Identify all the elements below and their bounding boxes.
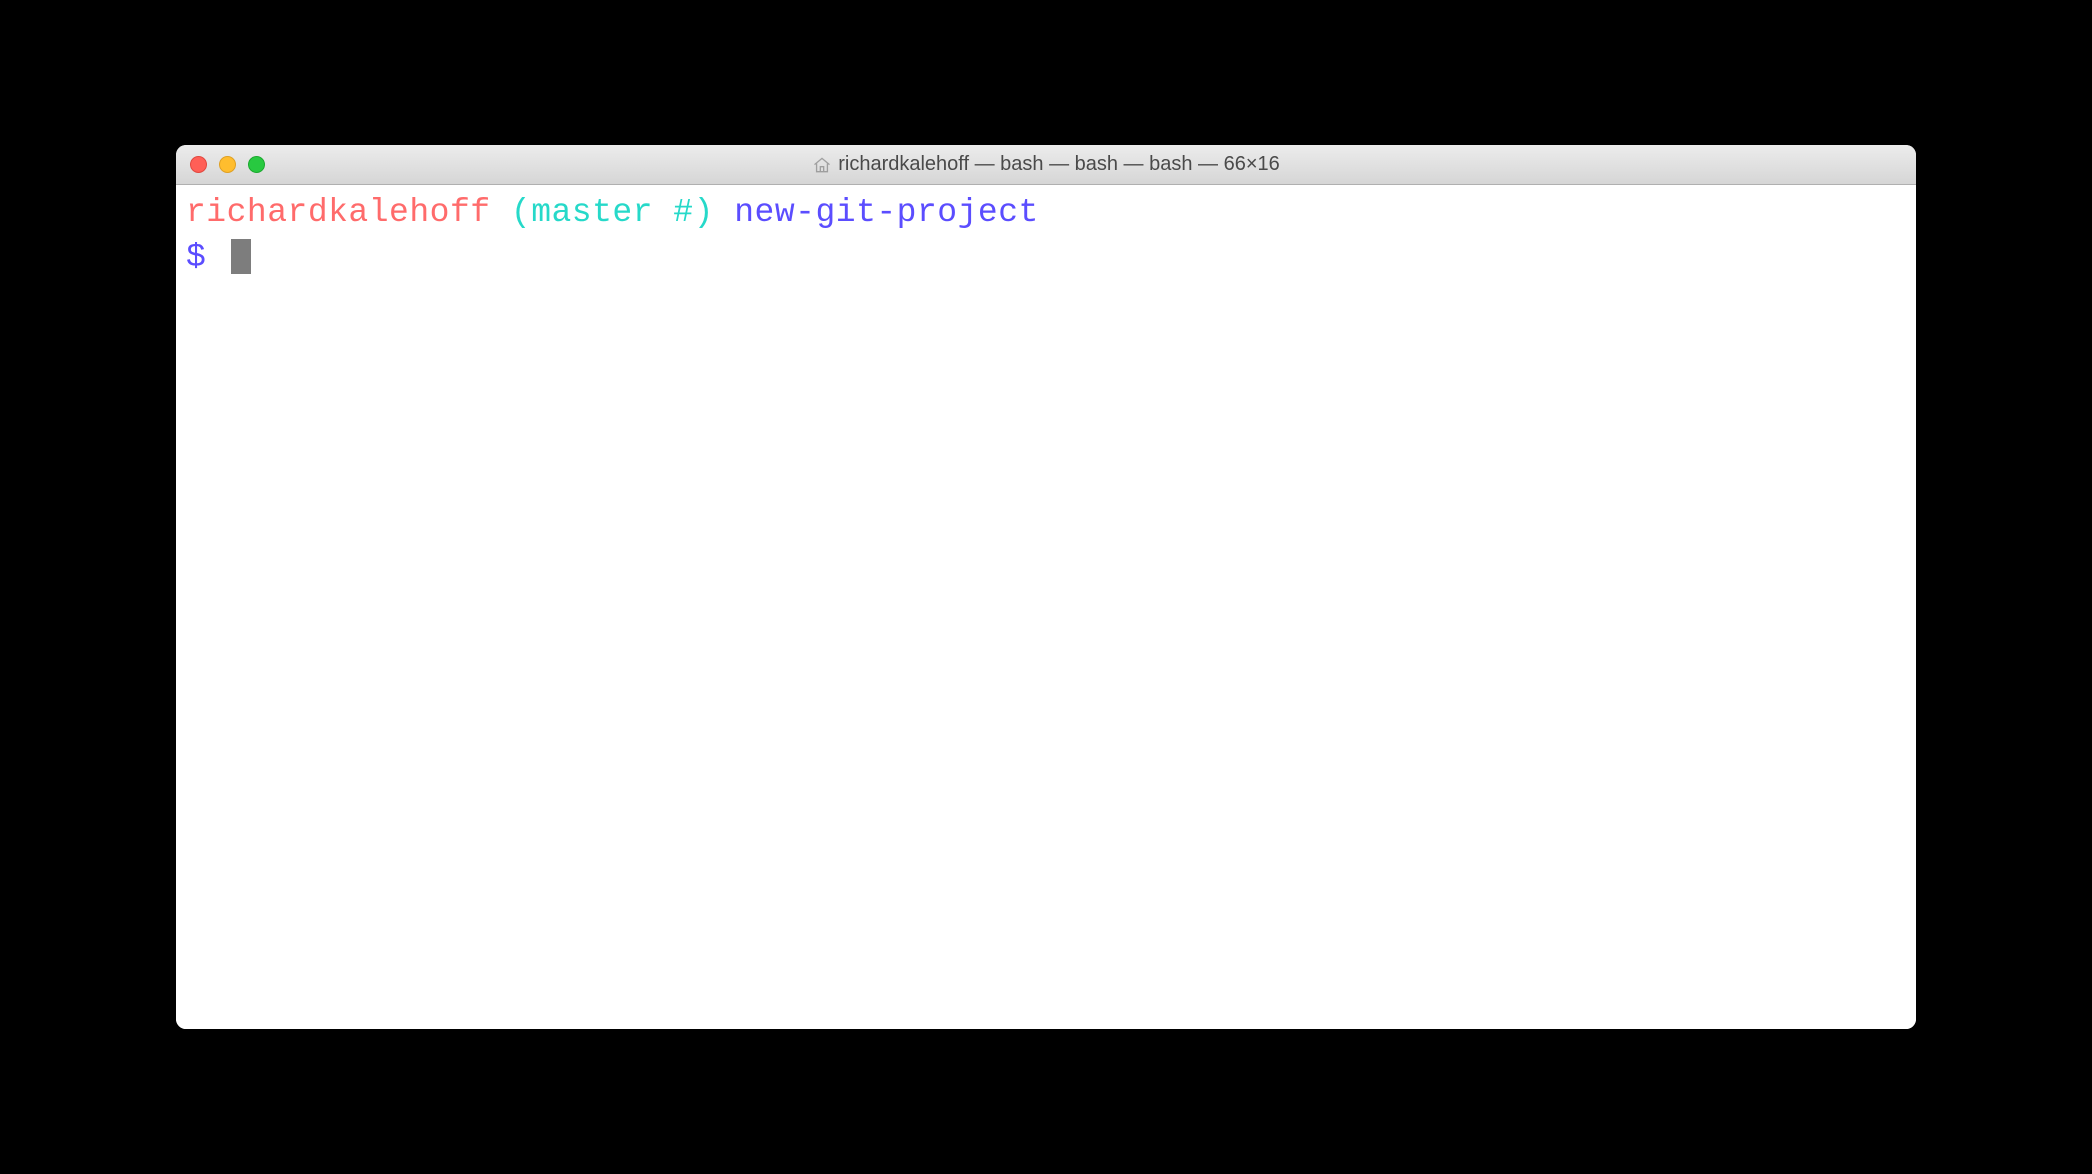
- terminal-window: richardkalehoff — bash — bash — bash — 6…: [176, 145, 1916, 1029]
- prompt-path: new-git-project: [734, 194, 1039, 231]
- prompt-line-2: $: [186, 236, 1906, 281]
- window-title: richardkalehoff — bash — bash — bash — 6…: [176, 153, 1916, 176]
- prompt-branch-close: ): [694, 194, 714, 231]
- close-button[interactable]: [190, 156, 207, 173]
- prompt-symbol: $: [186, 239, 206, 276]
- prompt-user: richardkalehoff: [186, 194, 491, 231]
- home-icon: [812, 155, 832, 175]
- titlebar[interactable]: richardkalehoff — bash — bash — bash — 6…: [176, 145, 1916, 185]
- cursor-icon: [231, 239, 251, 274]
- maximize-button[interactable]: [248, 156, 265, 173]
- terminal-body[interactable]: richardkalehoff (master #) new-git-proje…: [176, 185, 1916, 1029]
- prompt-line-1: richardkalehoff (master #) new-git-proje…: [186, 191, 1906, 236]
- prompt-branch-open: (: [511, 194, 531, 231]
- window-title-text: richardkalehoff — bash — bash — bash — 6…: [838, 153, 1280, 176]
- traffic-lights: [190, 156, 265, 173]
- prompt-branch-name: master #: [531, 194, 693, 231]
- minimize-button[interactable]: [219, 156, 236, 173]
